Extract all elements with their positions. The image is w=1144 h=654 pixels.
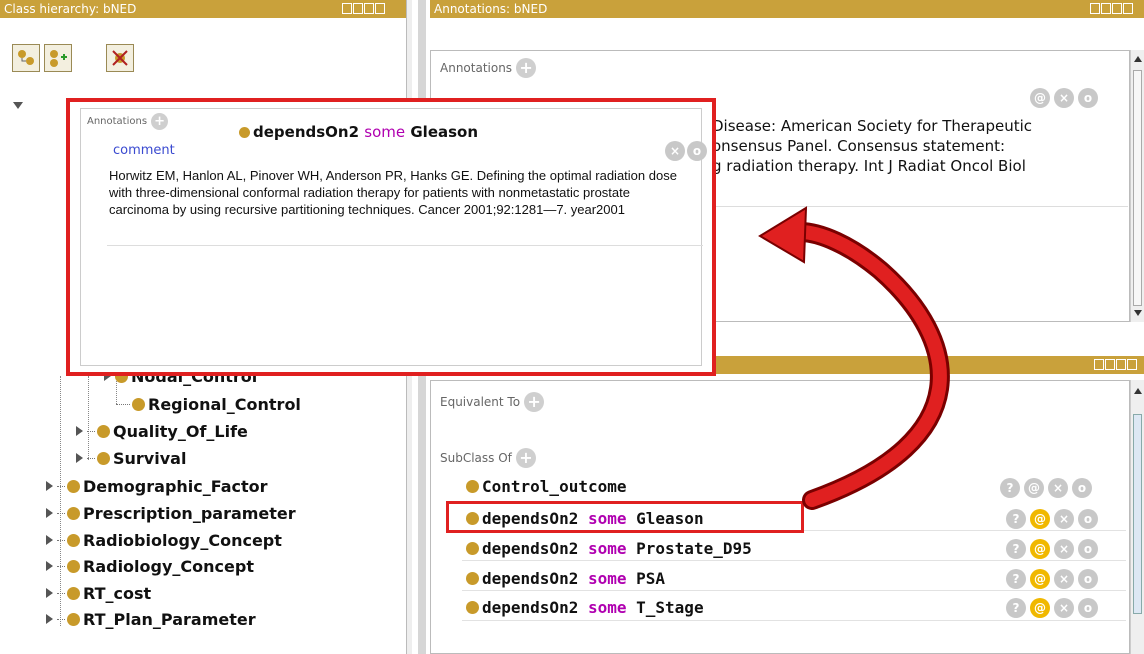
add-annotation-icon[interactable]: + [151, 113, 169, 130]
popup-divider [107, 245, 703, 246]
popup-content: Annotations + dependsOn2 some Gleason × … [80, 108, 707, 366]
popup-axiom: dependsOn2 some Gleason [239, 123, 478, 141]
popup-axiom-filler: Gleason [410, 123, 479, 141]
popup-axiom-keyword: some [364, 123, 406, 141]
popup-axiom-property: dependsOn2 [253, 123, 360, 141]
popup-header: Annotations + [87, 113, 169, 130]
annotation-popup: Annotations + dependsOn2 some Gleason × … [66, 98, 716, 376]
popup-annotation-text: Horwitz EM, Hanlon AL, Pinover WH, Ander… [109, 168, 677, 217]
class-icon [239, 126, 250, 138]
popup-annotations-label: Annotations [87, 116, 148, 127]
delete-icon[interactable]: × [665, 141, 685, 161]
edit-icon[interactable]: o [687, 141, 707, 161]
popup-property-name: comment [113, 143, 175, 158]
